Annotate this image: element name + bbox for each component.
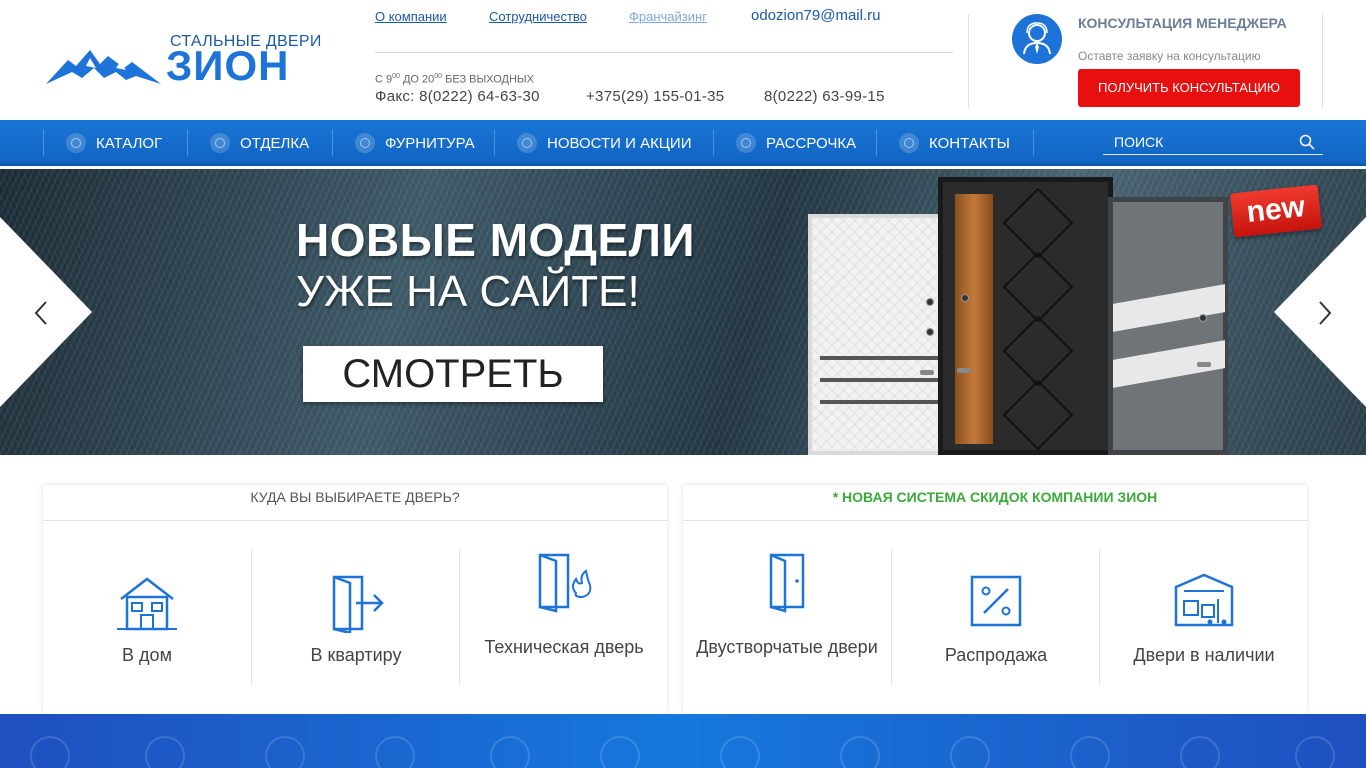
link-franchise[interactable]: Франчайзинг <box>629 9 707 24</box>
working-hours: С 900 ДО 2000 БЕЗ ВЫХОДНЫХ <box>375 73 534 86</box>
finishing-icon <box>210 133 230 153</box>
nav-separator <box>187 130 188 156</box>
nav-item-contacts[interactable]: КОНТАКТЫ <box>899 130 1010 156</box>
card-title[interactable]: * НОВАЯ СИСТЕМА СКИДОК КОМПАНИИ ЗИОН <box>683 485 1307 521</box>
hero-subtitle: УЖЕ НА САЙТЕ! <box>296 267 640 316</box>
nav-separator <box>494 130 495 156</box>
slider-prev-button[interactable] <box>0 217 92 407</box>
hero-title: НОВЫЕ МОДЕЛИ <box>296 214 695 266</box>
mountain-logo-icon <box>46 50 161 84</box>
lock-icon <box>1070 736 1110 768</box>
lock-icon <box>1180 736 1220 768</box>
lock-icon <box>490 736 530 768</box>
link-about[interactable]: О компании <box>375 9 447 24</box>
tile-house[interactable]: В дом <box>43 549 251 685</box>
house-icon <box>117 577 177 631</box>
search-box <box>1103 131 1323 155</box>
tile-technical[interactable]: Техническая дверь <box>460 549 668 685</box>
fire-door-icon <box>538 553 592 613</box>
handle-icon <box>1295 736 1335 768</box>
get-consultation-button[interactable]: ПОЛУЧИТЬ КОНСУЛЬТАЦИЮ <box>1078 69 1300 107</box>
hero-banner[interactable]: НОВЫЕ МОДЕЛИ УЖЕ НА САЙТЕ! СМОТРЕТЬ new <box>0 169 1366 455</box>
logo-wordmark: ЗИОН <box>166 42 290 89</box>
chevron-right-icon <box>1319 301 1332 325</box>
tile-double-doors[interactable]: Двустворчатые двери <box>683 549 891 685</box>
header-divider <box>375 52 953 53</box>
warehouse-icon <box>1174 573 1234 627</box>
nav-item-news[interactable]: НОВОСТИ И АКЦИИ <box>517 130 691 156</box>
discount-card: * НОВАЯ СИСТЕМА СКИДОК КОМПАНИИ ЗИОН Дву… <box>683 485 1307 714</box>
nav-separator <box>332 130 333 156</box>
handle-icon <box>950 736 990 768</box>
main-nav: КАТАЛОГ ОТДЕЛКА ФУРНИТУРА НОВОСТИ И АКЦИ… <box>0 120 1366 166</box>
lock-icon <box>30 736 70 768</box>
decorative-band <box>0 714 1366 768</box>
consult-title: КОНСУЛЬТАЦИЯ МЕНЕДЖЕРА <box>1078 15 1287 31</box>
manager-icon <box>1012 14 1062 64</box>
search-icon[interactable] <box>1299 134 1315 150</box>
link-cooperation[interactable]: Сотрудничество <box>489 9 587 24</box>
phone-fax[interactable]: Факс: 8(0222) 64-63-30 <box>375 88 540 105</box>
nav-separator <box>1033 130 1034 156</box>
tile-label: Двустворчатые двери <box>696 637 878 657</box>
phone-office[interactable]: 8(0222) 63-99-15 <box>764 88 885 105</box>
hardware-icon <box>355 133 375 153</box>
site-header: СТАЛЬНЫЕ ДВЕРИ ЗИОН О компании Сотруднич… <box>0 0 1366 120</box>
phone-icon <box>899 133 919 153</box>
phone-mobile[interactable]: +375(29) 155-01-35 <box>586 88 724 105</box>
handle-icon <box>720 736 760 768</box>
logo[interactable]: СТАЛЬНЫЕ ДВЕРИ ЗИОН <box>46 30 321 90</box>
percent-icon <box>970 575 1022 627</box>
door-exit-icon <box>332 575 384 633</box>
tile-label: Техническая дверь <box>484 637 644 657</box>
door-purpose-card: КУДА ВЫ ВЫБИРАЕТЕ ДВЕРЬ? В дом В квартир… <box>43 485 667 714</box>
nav-item-installment[interactable]: РАССРОЧКА <box>736 130 856 156</box>
keyhole-icon <box>840 736 880 768</box>
nav-separator <box>713 130 714 156</box>
nav-item-finishing[interactable]: ОТДЕЛКА <box>210 130 309 156</box>
handle-icon <box>145 736 185 768</box>
slider-next-button[interactable] <box>1274 217 1366 407</box>
chevron-left-icon <box>34 301 47 325</box>
consult-subtitle: Оставте заявку на консультацию <box>1078 49 1261 63</box>
news-icon <box>517 133 537 153</box>
installment-icon <box>736 133 756 153</box>
keyhole-icon <box>265 736 305 768</box>
email-link[interactable]: odozion79@mail.ru <box>751 7 880 24</box>
catalog-icon <box>66 133 86 153</box>
new-badge: new <box>1229 184 1323 238</box>
tile-label: В квартиру <box>310 645 402 665</box>
search-input[interactable] <box>1103 131 1293 153</box>
tile-in-stock[interactable]: Двери в наличии <box>1100 549 1308 685</box>
lock-icon <box>600 736 640 768</box>
tile-label: Распродажа <box>944 645 1048 665</box>
tile-label: В дом <box>122 645 172 665</box>
tile-label: Двери в наличии <box>1133 645 1275 665</box>
nav-separator <box>43 130 44 156</box>
tile-sale[interactable]: Распродажа <box>892 549 1100 685</box>
handle-icon <box>375 736 415 768</box>
door-image-dark-wood <box>938 177 1113 455</box>
card-title: КУДА ВЫ ВЫБИРАЕТЕ ДВЕРЬ? <box>43 485 667 521</box>
door-image-grey <box>1108 197 1228 455</box>
door-image-white <box>808 214 958 455</box>
nav-separator <box>876 130 877 156</box>
view-button[interactable]: СМОТРЕТЬ <box>303 346 603 402</box>
tile-apartment[interactable]: В квартиру <box>252 549 460 685</box>
nav-item-hardware[interactable]: ФУРНИТУРА <box>355 130 475 156</box>
consultation-block: КОНСУЛЬТАЦИЯ МЕНЕДЖЕРА Оставте заявку на… <box>968 14 1323 108</box>
double-door-icon <box>769 553 805 613</box>
nav-item-catalog[interactable]: КАТАЛОГ <box>66 130 162 156</box>
